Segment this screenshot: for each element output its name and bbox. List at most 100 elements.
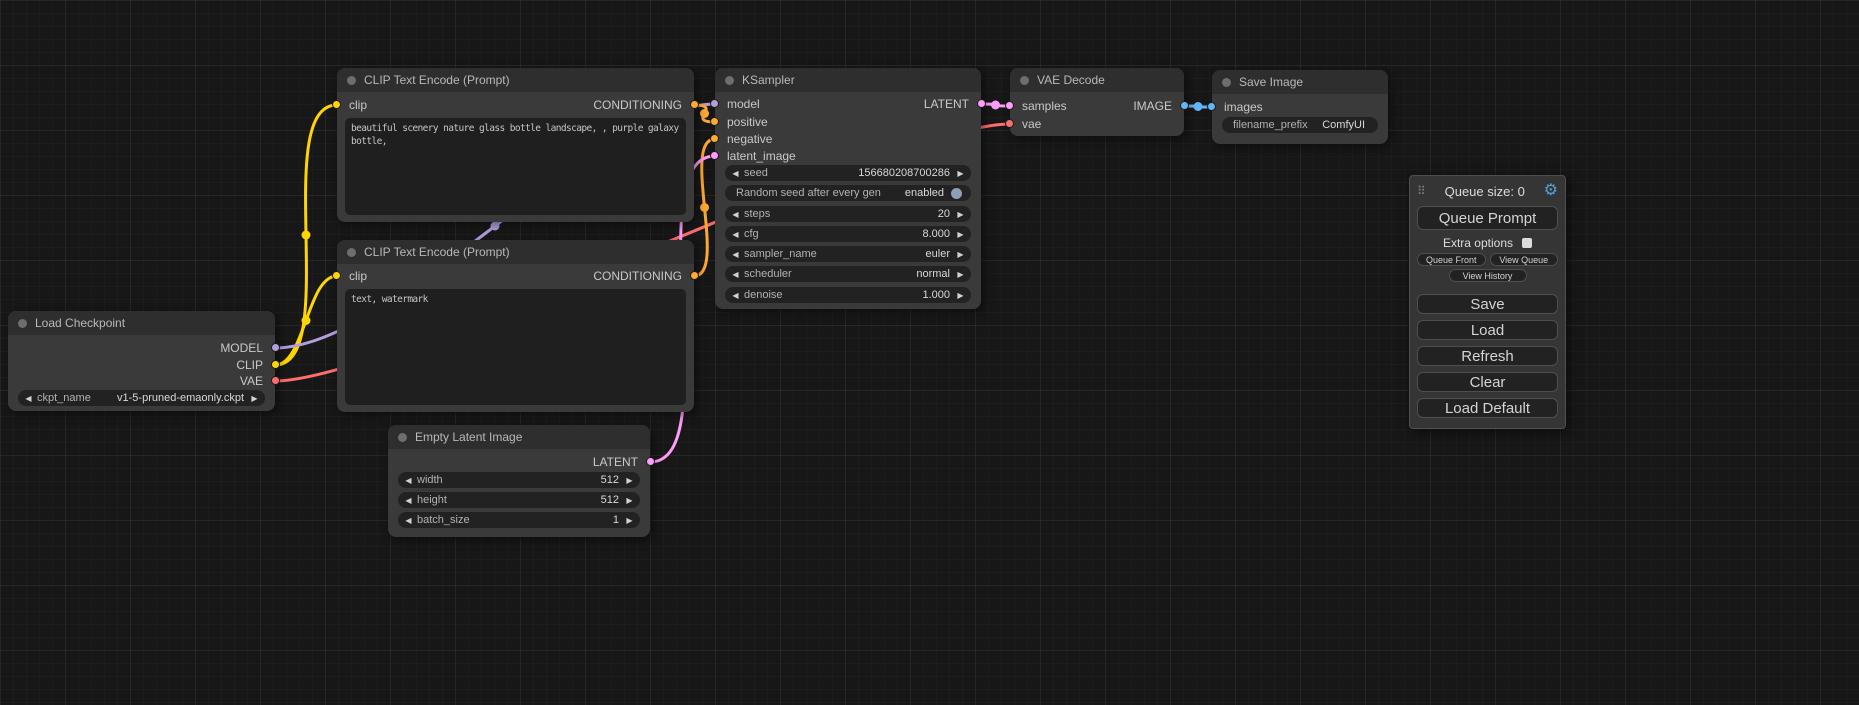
collapse-toggle[interactable]: [725, 76, 734, 85]
widget-batch-size[interactable]: ◀ batch_size 1 ▶: [398, 512, 640, 528]
output-label-latent: LATENT: [924, 98, 969, 111]
output-slot-latent[interactable]: [977, 99, 986, 108]
main-menu-panel[interactable]: ⠿ Queue size: 0 ⚙ Queue Prompt Extra opt…: [1409, 175, 1566, 429]
node-title-bar[interactable]: CLIP Text Encode (Prompt): [337, 240, 694, 264]
output-slot-latent[interactable]: [646, 457, 655, 466]
link-midpoint-ksampler-latent-to-vaedecode-samples[interactable]: [991, 101, 1000, 110]
collapse-toggle[interactable]: [1222, 78, 1231, 87]
link-midpoint-vaedecode-image-to-saveimage-images[interactable]: [1194, 102, 1203, 111]
input-slot-clip[interactable]: [332, 271, 341, 280]
collapse-toggle[interactable]: [347, 248, 356, 257]
input-slot-latent-image[interactable]: [710, 151, 719, 160]
save-button[interactable]: Save: [1417, 294, 1558, 314]
queue-front-button[interactable]: Queue Front: [1417, 253, 1486, 266]
node-title-bar[interactable]: CLIP Text Encode (Prompt): [337, 68, 694, 92]
increment-arrow-icon[interactable]: ▶: [954, 169, 967, 178]
increment-arrow-icon[interactable]: ▶: [954, 210, 967, 219]
widget-filename-prefix[interactable]: filename_prefix ComfyUI: [1222, 117, 1378, 133]
settings-gear-icon[interactable]: ⚙: [1544, 183, 1558, 199]
widget-steps[interactable]: ◀ steps 20 ▶: [725, 206, 971, 222]
link-midpoint-negative-cond-to-ksampler-negative[interactable]: [700, 203, 709, 212]
queue-size-label: Queue size: 0: [1426, 184, 1544, 199]
widget-width[interactable]: ◀ width 512 ▶: [398, 472, 640, 488]
node-title-bar[interactable]: Save Image: [1212, 70, 1388, 94]
output-slot-image[interactable]: [1180, 101, 1189, 110]
node-ksampler[interactable]: KSampler model positive negative latent_…: [715, 68, 981, 309]
input-slot-clip[interactable]: [332, 100, 341, 109]
decrement-arrow-icon[interactable]: ◀: [402, 516, 415, 525]
decrement-arrow-icon[interactable]: ◀: [729, 250, 742, 259]
decrement-arrow-icon[interactable]: ◀: [729, 210, 742, 219]
output-slot-clip[interactable]: [271, 360, 280, 369]
input-slot-samples[interactable]: [1005, 101, 1014, 110]
input-slot-negative[interactable]: [710, 134, 719, 143]
widget-seed[interactable]: ◀ seed 156680208700286 ▶: [725, 165, 971, 181]
widget-ckpt-name[interactable]: ◀ ckpt_name v1-5-pruned-emaonly.ckpt ▶: [18, 390, 265, 406]
node-graph-canvas[interactable]: Load Checkpoint MODEL CLIP VAE ◀ ckpt_na…: [0, 0, 1859, 705]
load-default-button[interactable]: Load Default: [1417, 398, 1558, 418]
input-label-samples: samples: [1022, 100, 1067, 113]
output-slot-conditioning[interactable]: [690, 271, 699, 280]
increment-arrow-icon[interactable]: ▶: [623, 516, 636, 525]
widget-value: normal: [796, 268, 950, 280]
menu-drag-handle-icon[interactable]: ⠿: [1417, 185, 1426, 197]
node-title-bar[interactable]: VAE Decode: [1010, 68, 1184, 92]
output-slot-model[interactable]: [271, 343, 280, 352]
node-clip-text-encode-negative[interactable]: CLIP Text Encode (Prompt) clip CONDITION…: [337, 240, 694, 412]
increment-arrow-icon[interactable]: ▶: [248, 394, 261, 403]
view-queue-button[interactable]: View Queue: [1490, 253, 1559, 266]
input-slot-model[interactable]: [710, 99, 719, 108]
input-slot-positive[interactable]: [710, 117, 719, 126]
widget-height[interactable]: ◀ height 512 ▶: [398, 492, 640, 508]
output-slot-conditioning[interactable]: [690, 100, 699, 109]
decrement-arrow-icon[interactable]: ◀: [729, 230, 742, 239]
input-slot-vae[interactable]: [1005, 119, 1014, 128]
collapse-toggle[interactable]: [398, 433, 407, 442]
decrement-arrow-icon[interactable]: ◀: [729, 169, 742, 178]
link-midpoint-checkpoint-clip-to-positive-clip[interactable]: [302, 231, 311, 240]
widget-sampler-name[interactable]: ◀ sampler_name euler ▶: [725, 246, 971, 262]
load-button[interactable]: Load: [1417, 320, 1558, 340]
clear-button[interactable]: Clear: [1417, 372, 1558, 392]
decrement-arrow-icon[interactable]: ◀: [729, 291, 742, 300]
link-midpoint-checkpoint-clip-to-negative-clip[interactable]: [302, 316, 311, 325]
view-history-button[interactable]: View History: [1449, 269, 1527, 282]
increment-arrow-icon[interactable]: ▶: [954, 230, 967, 239]
node-empty-latent-image[interactable]: Empty Latent Image LATENT ◀ width 512 ▶ …: [388, 425, 650, 537]
widget-scheduler[interactable]: ◀ scheduler normal ▶: [725, 266, 971, 282]
widget-label: sampler_name: [744, 248, 817, 260]
collapse-toggle[interactable]: [18, 319, 27, 328]
widget-cfg[interactable]: ◀ cfg 8.000 ▶: [725, 226, 971, 242]
decrement-arrow-icon[interactable]: ◀: [729, 270, 742, 279]
decrement-arrow-icon[interactable]: ◀: [402, 496, 415, 505]
positive-prompt-textarea[interactable]: beautiful scenery nature glass bottle la…: [345, 118, 686, 215]
increment-arrow-icon[interactable]: ▶: [954, 270, 967, 279]
node-title-bar[interactable]: Empty Latent Image: [388, 425, 650, 449]
collapse-toggle[interactable]: [347, 76, 356, 85]
increment-arrow-icon[interactable]: ▶: [954, 291, 967, 300]
node-save-image[interactable]: Save Image images filename_prefix ComfyU…: [1212, 70, 1388, 144]
link-midpoint-positive-cond-to-ksampler-positive[interactable]: [700, 109, 709, 118]
increment-arrow-icon[interactable]: ▶: [623, 496, 636, 505]
widget-label: seed: [744, 167, 768, 179]
node-clip-text-encode-positive[interactable]: CLIP Text Encode (Prompt) clip CONDITION…: [337, 68, 694, 222]
collapse-toggle[interactable]: [1020, 76, 1029, 85]
widget-denoise[interactable]: ◀ denoise 1.000 ▶: [725, 287, 971, 303]
node-title: KSampler: [742, 73, 795, 87]
input-slot-images[interactable]: [1207, 102, 1216, 111]
negative-prompt-textarea[interactable]: text, watermark: [345, 289, 686, 405]
decrement-arrow-icon[interactable]: ◀: [22, 394, 35, 403]
node-title-bar[interactable]: Load Checkpoint: [8, 311, 275, 335]
increment-arrow-icon[interactable]: ▶: [623, 476, 636, 485]
node-vae-decode[interactable]: VAE Decode samples vae IMAGE: [1010, 68, 1184, 136]
queue-prompt-button[interactable]: Queue Prompt: [1417, 206, 1558, 230]
node-title-bar[interactable]: KSampler: [715, 68, 981, 92]
node-load-checkpoint[interactable]: Load Checkpoint MODEL CLIP VAE ◀ ckpt_na…: [8, 311, 275, 411]
extra-options-checkbox[interactable]: [1522, 238, 1532, 248]
refresh-button[interactable]: Refresh: [1417, 346, 1558, 366]
decrement-arrow-icon[interactable]: ◀: [402, 476, 415, 485]
output-slot-vae[interactable]: [271, 376, 280, 385]
link-midpoint-checkpoint-model-to-ksampler-model[interactable]: [491, 222, 500, 231]
increment-arrow-icon[interactable]: ▶: [954, 250, 967, 259]
widget-random-seed-toggle[interactable]: Random seed after every gen enabled: [725, 185, 971, 201]
